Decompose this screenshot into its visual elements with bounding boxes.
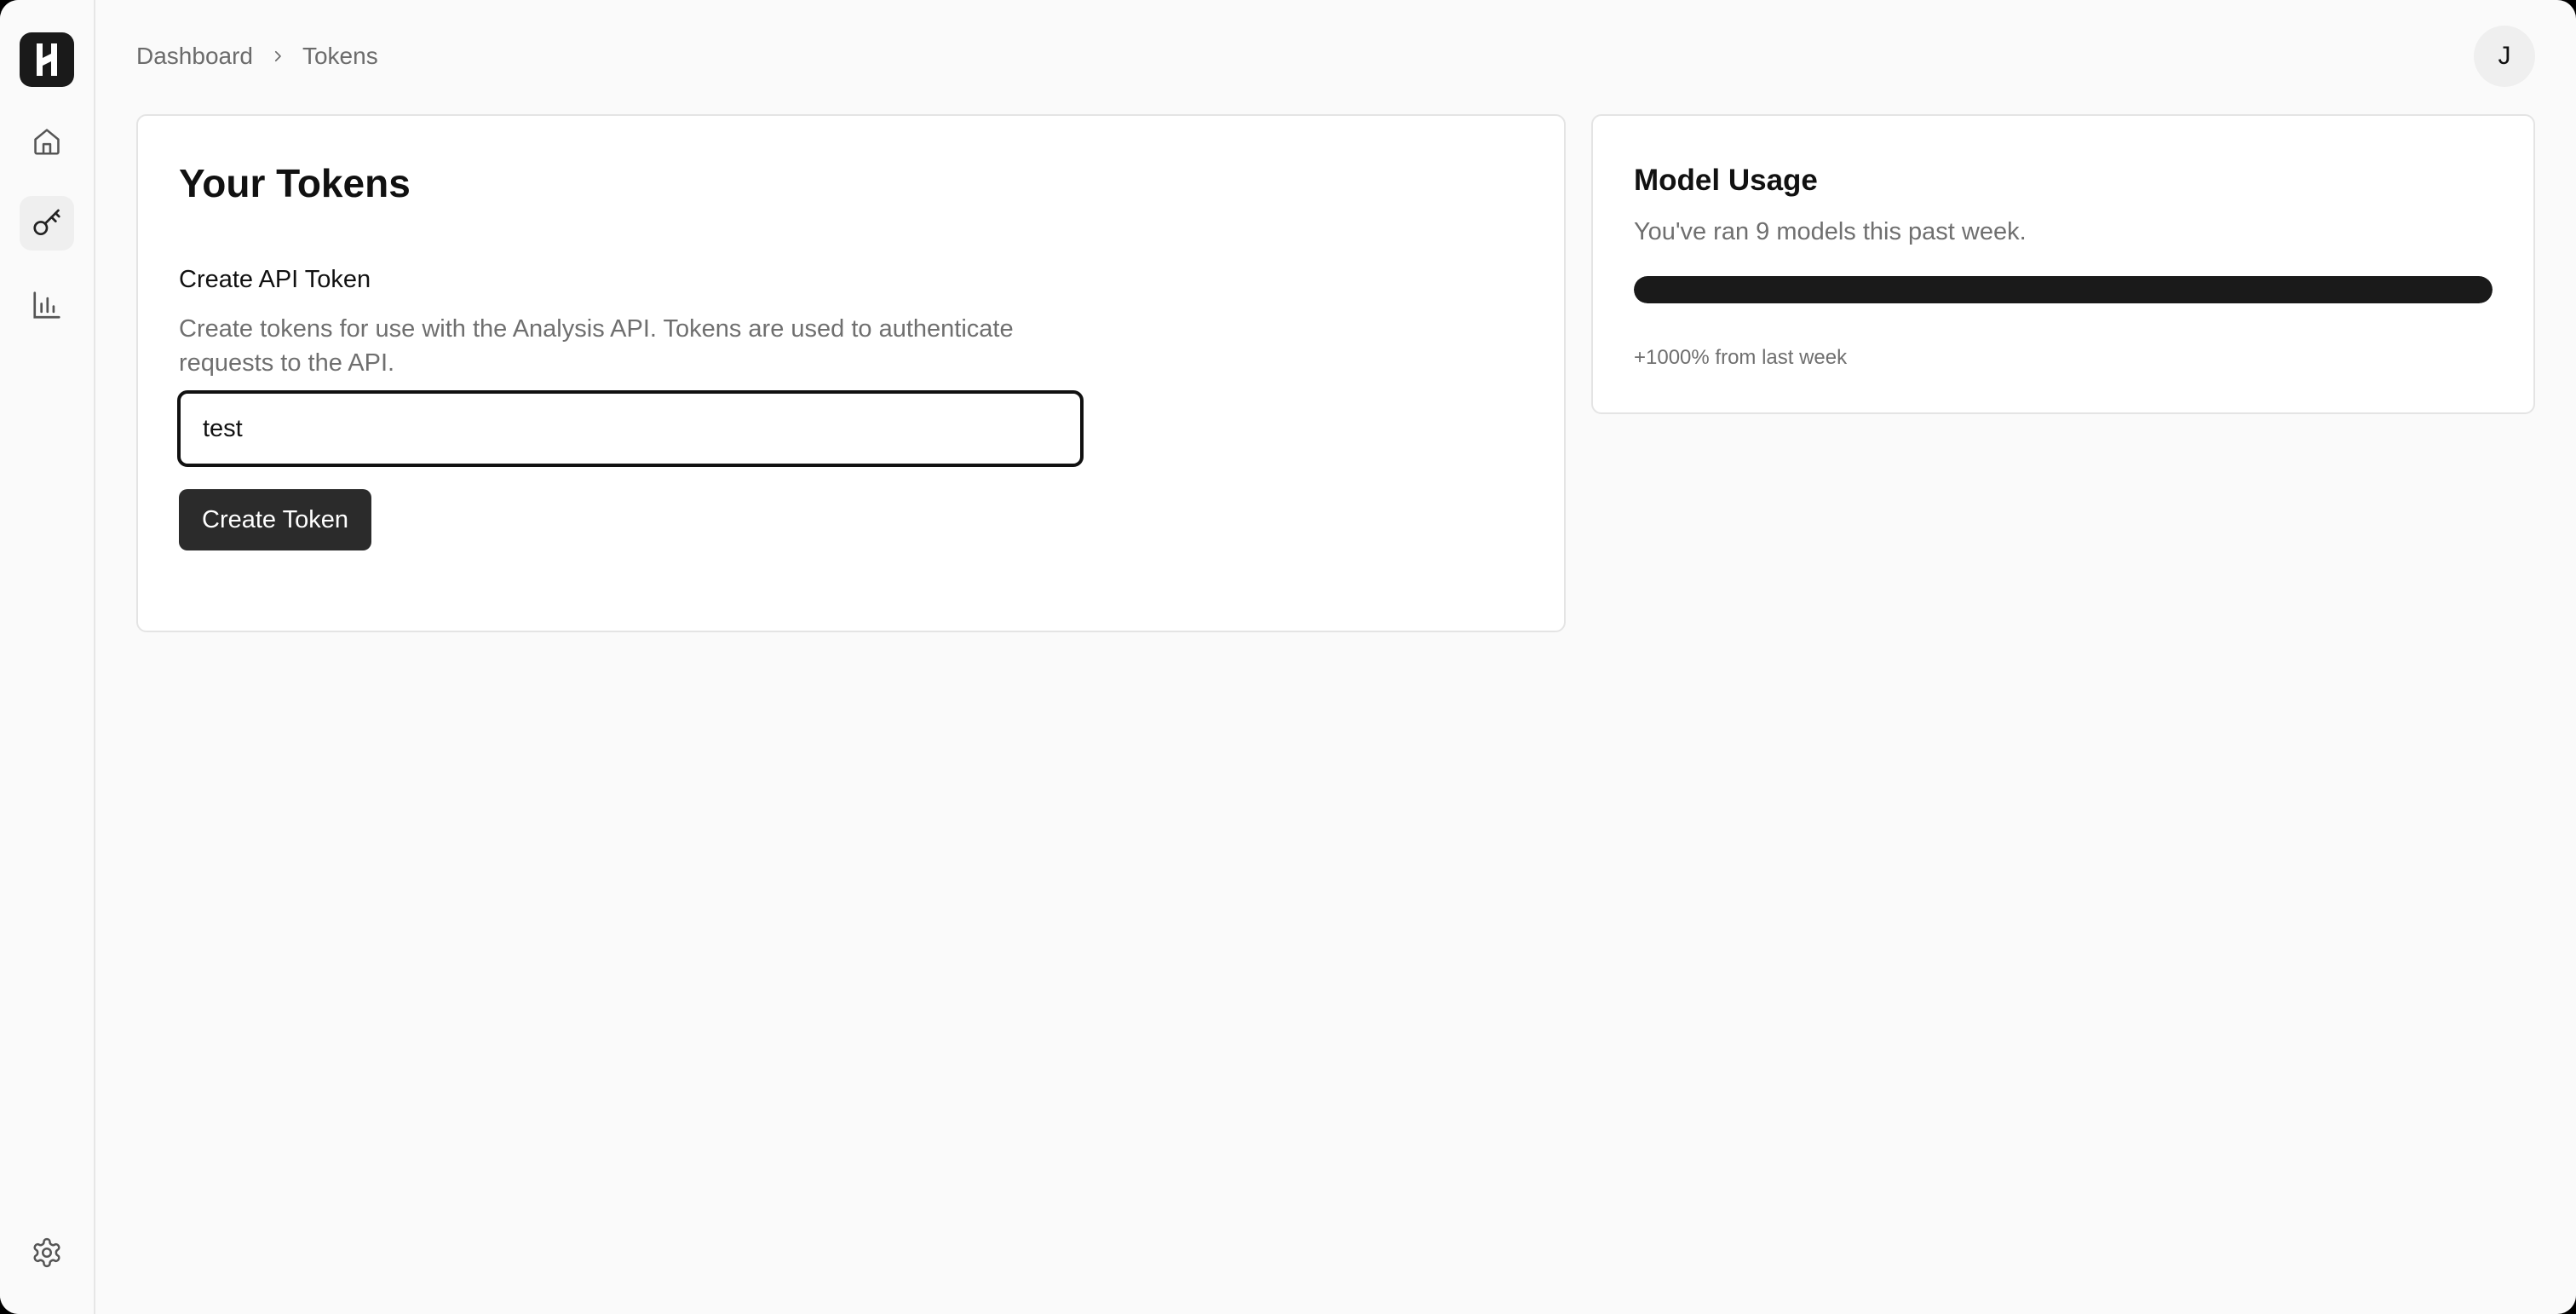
model-usage-title: Model Usage [1634,164,1818,197]
avatar-initial: J [2498,42,2511,70]
app-window: Dashboard Tokens J Your Tokens Create AP… [0,0,2576,1314]
nav-home-button[interactable] [20,114,74,169]
sidebar [0,0,95,1314]
key-icon [33,209,60,236]
create-token-label: Create API Token [179,266,371,293]
usage-progress-fill [1634,276,2493,303]
app-logo[interactable] [20,32,74,87]
nav-analytics-button[interactable] [20,278,74,332]
usage-progress-bar [1634,276,2493,303]
model-usage-card: Model Usage You've ran 9 models this pas… [1591,114,2535,414]
user-avatar[interactable]: J [2474,26,2535,87]
page-title: Your Tokens [179,161,411,205]
home-icon [34,129,60,155]
breadcrumb-current-page: Tokens [302,43,378,69]
create-token-description: Create tokens for use with the Analysis … [179,315,1014,377]
breadcrumb-dashboard-link[interactable]: Dashboard [136,43,253,70]
gear-icon [33,1237,60,1268]
bar-chart-icon [33,291,60,319]
nav-tokens-button[interactable] [20,196,74,251]
usage-change-text: +1000% from last week [1634,346,1848,369]
model-usage-subtitle: You've ran 9 models this past week. [1634,218,2027,245]
chevron-right-icon [270,49,285,64]
nav-settings-button[interactable] [20,1225,74,1280]
token-name-input[interactable] [177,390,1084,467]
tokens-card: Your Tokens Create API Token Create toke… [136,114,1566,632]
breadcrumb: Dashboard Tokens [136,37,378,75]
create-token-button[interactable]: Create Token [179,489,371,550]
logo-icon [37,43,57,76]
